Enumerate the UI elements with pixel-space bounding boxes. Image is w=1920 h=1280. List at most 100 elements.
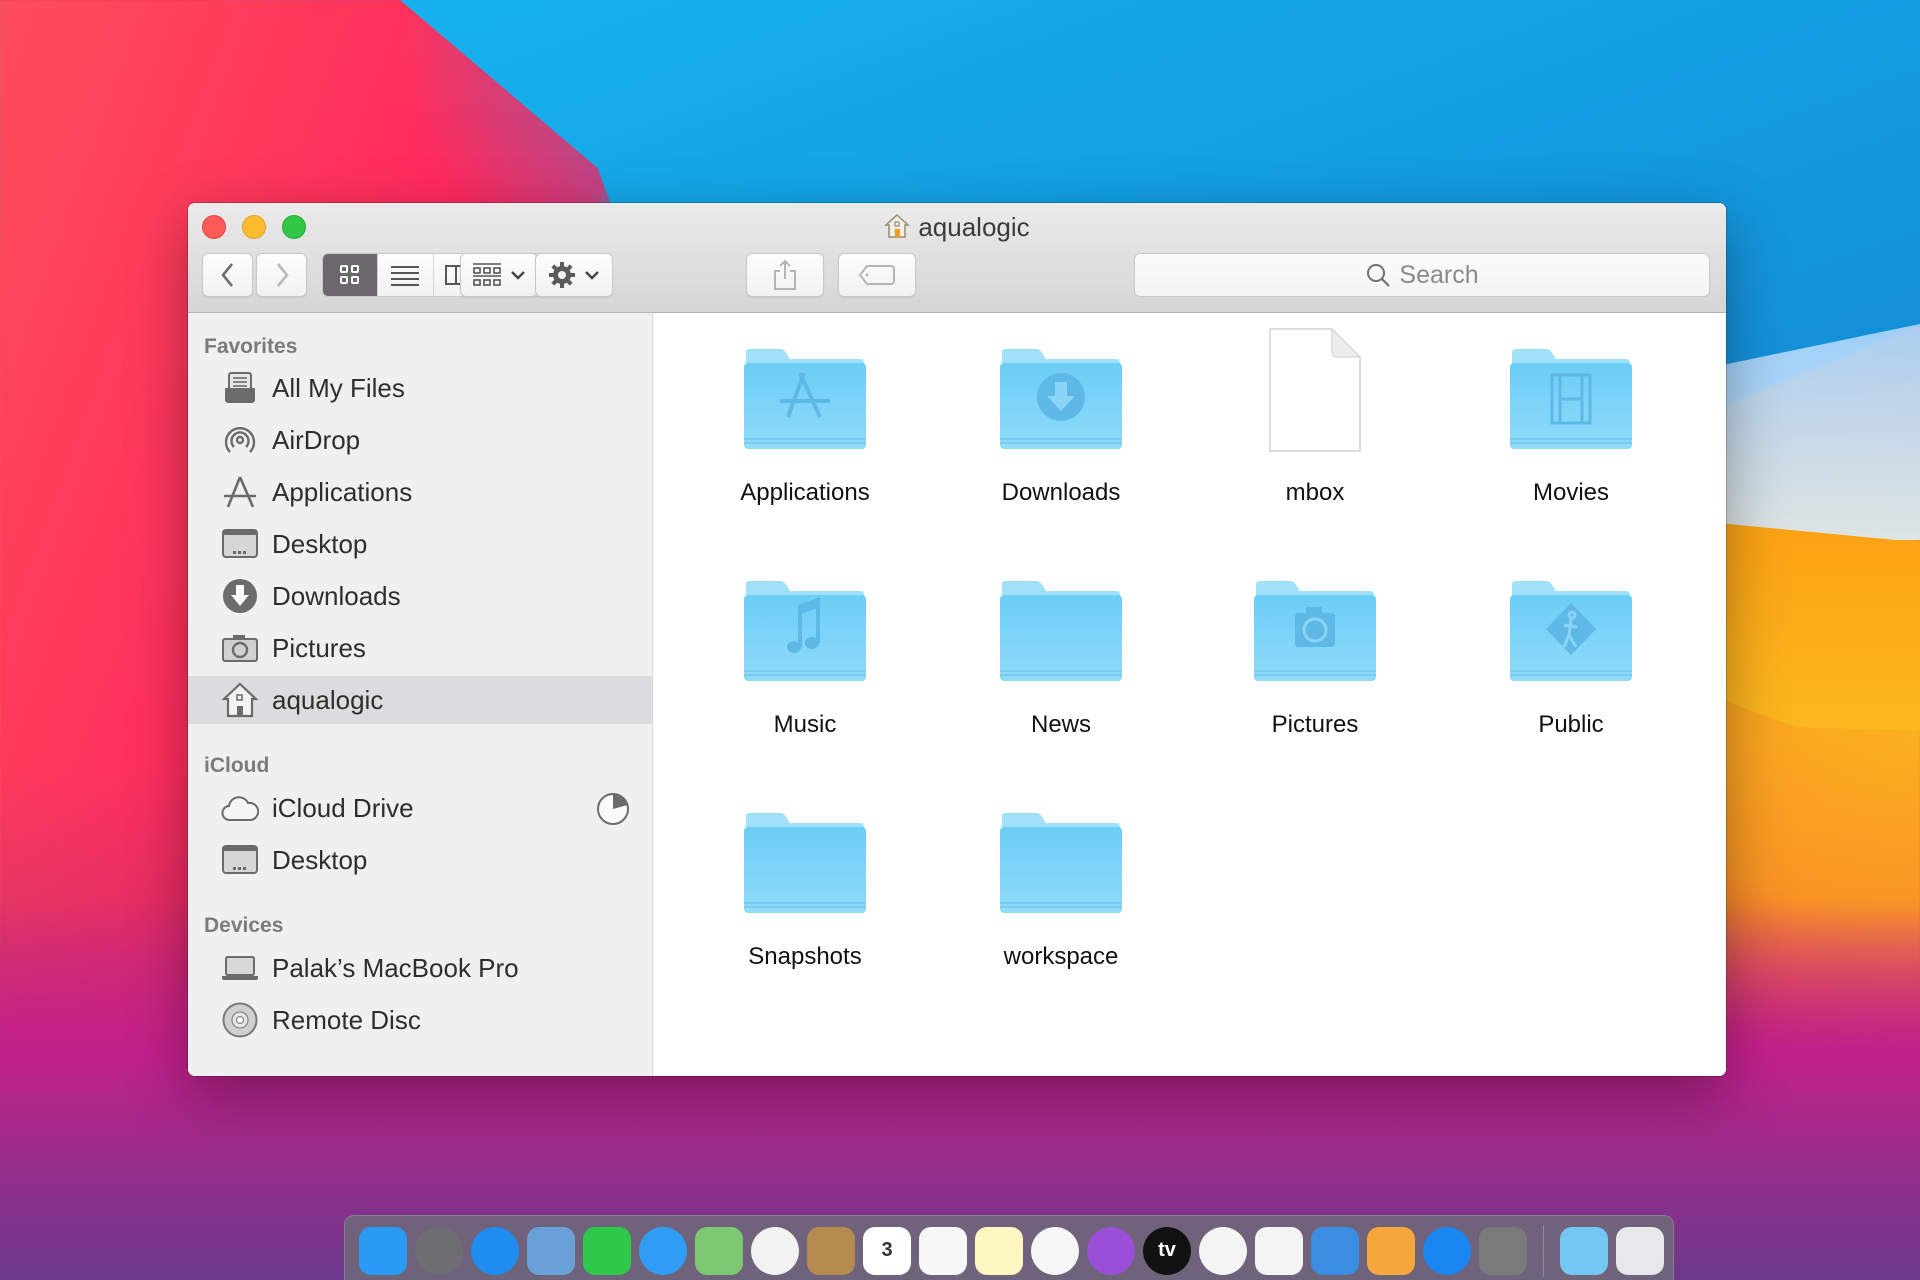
home-icon <box>220 680 260 720</box>
dock-app-contacts[interactable] <box>807 1226 855 1275</box>
back-button[interactable] <box>202 253 253 297</box>
sidebar-item-label: Applications <box>272 476 413 507</box>
chevron-down-icon <box>511 271 525 280</box>
downloads-icon <box>220 576 260 616</box>
folder-item[interactable]: Public <box>1451 567 1691 767</box>
dock-app-podcasts[interactable] <box>1087 1226 1135 1275</box>
share-icon <box>774 259 796 290</box>
chevron-down-icon <box>585 271 599 280</box>
folder-music-note-icon <box>740 567 870 687</box>
sidebar-item-all-my-files[interactable]: All My Files <box>188 364 652 412</box>
home-icon <box>884 213 911 246</box>
dock-app-calendar[interactable]: 3 <box>863 1226 911 1275</box>
sidebar-item-label: Downloads <box>272 580 401 611</box>
list-view-icon <box>391 266 420 286</box>
sidebar-item-label: Palak’s MacBook Pro <box>272 952 519 983</box>
titlebar: aqualogic Search <box>188 203 1726 313</box>
dock-app-system-preferences[interactable] <box>1479 1226 1527 1275</box>
dock-app-facetime[interactable] <box>583 1226 631 1275</box>
dock-app-app-store[interactable] <box>1423 1226 1471 1275</box>
sidebar-item-desktop[interactable]: Desktop <box>188 520 652 568</box>
dock-separator <box>1543 1224 1544 1277</box>
file-item[interactable]: mbox <box>1195 327 1435 535</box>
finder-window: aqualogic Search Favorites All My Files … <box>188 203 1726 1076</box>
sync-progress-icon <box>596 792 630 833</box>
desktop-icon <box>220 840 260 880</box>
dock-app-maps[interactable] <box>695 1226 743 1275</box>
dock-app-news[interactable] <box>1199 1226 1247 1275</box>
window-title: aqualogic <box>188 211 1726 243</box>
item-label: Applications <box>740 479 870 506</box>
sidebar-item-icloud-desktop[interactable]: Desktop <box>188 836 652 884</box>
share-button[interactable] <box>746 253 824 297</box>
dock-app-launchpad[interactable] <box>415 1226 463 1275</box>
camera-icon <box>220 628 260 668</box>
search-icon <box>1367 264 1391 287</box>
folder-item[interactable]: Downloads <box>941 335 1181 535</box>
dock-app-downloads-stack[interactable] <box>1560 1226 1608 1275</box>
dock-app-badge-text: 3 <box>881 1239 893 1261</box>
folder-none-icon <box>996 799 1126 919</box>
folder-item[interactable]: Applications <box>685 335 925 535</box>
search-field[interactable]: Search <box>1134 253 1710 297</box>
forward-button[interactable] <box>256 253 307 297</box>
dock-app-messages[interactable] <box>639 1226 687 1275</box>
sidebar-item-macbook-pro[interactable]: Palak’s MacBook Pro <box>188 944 652 992</box>
arrange-button[interactable] <box>460 253 538 297</box>
dock-app-finder[interactable] <box>359 1226 407 1275</box>
folder-item[interactable]: News <box>941 567 1181 767</box>
dock: 3 tv <box>344 1215 1674 1280</box>
dock-app-notes[interactable] <box>975 1226 1023 1275</box>
sidebar-item-remote-disc[interactable]: Remote Disc <box>188 996 652 1044</box>
dock-app-badge-text: tv <box>1158 1239 1176 1261</box>
sidebar-item-label: All My Files <box>272 372 405 403</box>
search-placeholder: Search <box>1399 260 1479 289</box>
dock-app-photos[interactable] <box>751 1226 799 1275</box>
folder-item[interactable]: Pictures <box>1195 567 1435 767</box>
applications-icon <box>220 472 260 512</box>
window-title-text: aqualogic <box>918 212 1030 242</box>
item-label: Public <box>1538 711 1604 738</box>
dock-app-trash[interactable] <box>1616 1226 1664 1275</box>
sidebar-item-applications[interactable]: Applications <box>188 468 652 516</box>
icon-view-button[interactable] <box>323 254 378 296</box>
sidebar: Favorites All My Files AirDrop Applicati… <box>188 313 653 1076</box>
dock-app-reminders[interactable] <box>919 1226 967 1275</box>
gear-icon <box>549 262 575 288</box>
folder-item[interactable]: Snapshots <box>685 799 925 999</box>
list-view-button[interactable] <box>377 254 432 296</box>
dock-app-preview[interactable] <box>527 1226 575 1275</box>
tag-icon <box>858 265 895 285</box>
folder-item[interactable]: Movies <box>1451 335 1691 535</box>
sidebar-item-label: AirDrop <box>272 424 361 455</box>
arrange-grid-icon <box>473 263 501 286</box>
desktop-icon <box>220 524 260 564</box>
folder-none-icon <box>740 799 870 919</box>
action-button[interactable] <box>535 253 613 297</box>
sidebar-item-label: Desktop <box>272 528 368 559</box>
dock-app-tv[interactable]: tv <box>1143 1226 1191 1275</box>
sidebar-item-icloud-drive[interactable]: iCloud Drive <box>188 784 652 832</box>
all-my-files-icon <box>220 368 260 408</box>
folder-downloads-icon <box>996 335 1126 455</box>
dock-app-safari[interactable] <box>471 1226 519 1275</box>
sidebar-item-downloads[interactable]: Downloads <box>188 572 652 620</box>
dock-app-keynote[interactable] <box>1311 1226 1359 1275</box>
sidebar-item-pictures[interactable]: Pictures <box>188 624 652 672</box>
dock-app-pages[interactable] <box>1367 1226 1415 1275</box>
dock-app-music[interactable] <box>1031 1226 1079 1275</box>
sidebar-item-airdrop[interactable]: AirDrop <box>188 416 652 464</box>
item-label: Downloads <box>1001 479 1121 506</box>
sidebar-item-aqualogic[interactable]: aqualogic <box>188 676 652 724</box>
folder-none-icon <box>996 567 1126 687</box>
item-label: Music <box>773 711 837 738</box>
document-icon <box>1250 327 1380 455</box>
dock-app-numbers[interactable] <box>1255 1226 1303 1275</box>
folder-item[interactable]: workspace <box>941 799 1181 999</box>
folder-applications-icon <box>740 335 870 455</box>
tags-button[interactable] <box>838 253 916 297</box>
cloud-icon <box>220 788 260 828</box>
folder-item[interactable]: Music <box>685 567 925 767</box>
airdrop-icon <box>220 420 260 460</box>
disc-icon <box>220 1000 260 1040</box>
